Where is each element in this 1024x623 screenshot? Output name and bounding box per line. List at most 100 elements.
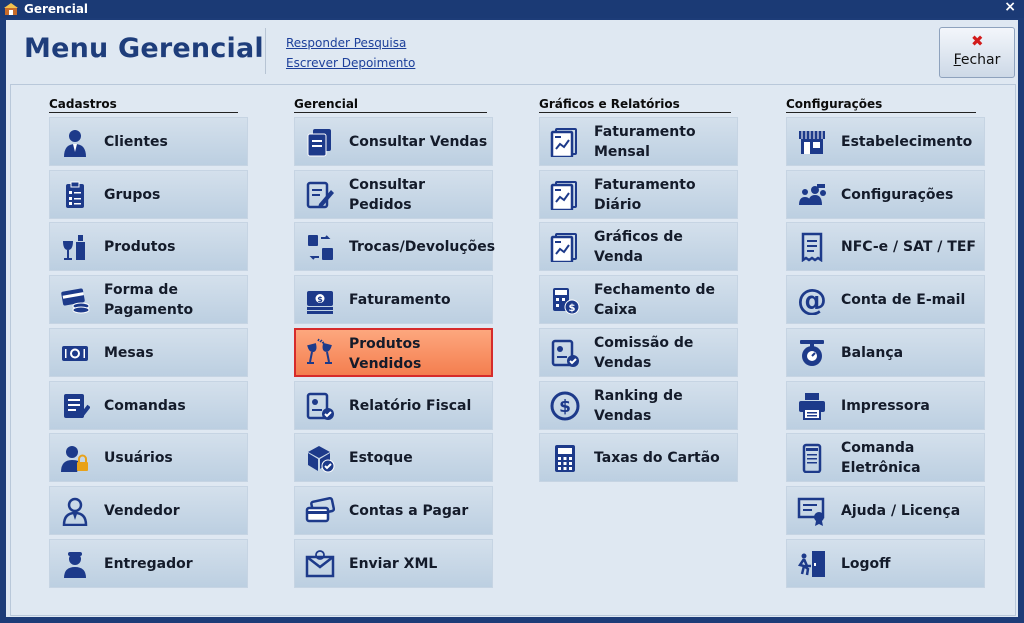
menu-button-label: Contas a Pagar (349, 502, 469, 519)
payment-cards-icon (305, 496, 335, 523)
svg-text:@: @ (797, 285, 827, 315)
menu-button-estoque[interactable]: Estoque (294, 433, 493, 482)
menu-button-produtos-vendidos[interactable]: Produtos Vendidos (294, 328, 493, 377)
menu-button-faturamento-mensal[interactable]: Faturamento Mensal (539, 117, 738, 166)
menu-button-label: Produtos (104, 238, 176, 255)
wine-toast-icon (307, 338, 332, 364)
menu-button-clientes[interactable]: Clientes (49, 117, 248, 166)
menu-button-estabelecimento[interactable]: Estabelecimento (786, 117, 985, 166)
window-close-icon[interactable]: × (1004, 0, 1016, 15)
menu-button-label: Balança (841, 344, 904, 361)
menu-button-comandas[interactable]: Comandas (49, 381, 248, 430)
mobile-device-icon (802, 443, 822, 473)
menu-button-consultar-pedidos[interactable]: Consultar Pedidos (294, 170, 493, 219)
menu-button-label: Entregador (104, 555, 193, 572)
menu-button-label: Usuários (104, 449, 173, 466)
menu-button-conta-de-e-mail[interactable]: @ Conta de E-mail (786, 275, 985, 324)
calculator-icon (555, 445, 575, 472)
user-lock-icon (61, 446, 88, 472)
report-check-icon (306, 392, 334, 420)
menu-button-consultar-vendas[interactable]: Consultar Vendas (294, 117, 493, 166)
menu-button-faturamento-diario[interactable]: Faturamento Diário (539, 170, 738, 219)
menu-button-label: Taxas do Cartão (594, 449, 720, 466)
chart-document-icon (550, 233, 577, 262)
delivery-person-icon (64, 552, 86, 578)
menu-button-comanda-eletronica[interactable]: Comanda Eletrônica (786, 433, 985, 482)
menu-button-logoff[interactable]: Logoff (786, 539, 985, 588)
menu-button-grupos[interactable]: Grupos (49, 170, 248, 219)
menu-button-enviar-xml[interactable]: Enviar XML (294, 539, 493, 588)
menu-button-relatorio-fiscal[interactable]: Relatório Fiscal (294, 381, 493, 430)
menu-button-graficos-de-venda[interactable]: Gráficos de Venda (539, 222, 738, 271)
menu-button-forma-de-pagamento[interactable]: Forma de Pagamento (49, 275, 248, 324)
chart-document-icon (550, 181, 577, 210)
shopping-bag-exchange-icon (308, 235, 333, 260)
menu-button-produtos[interactable]: Produtos (49, 222, 248, 271)
menu-button-label: Grupos (104, 186, 161, 203)
card-coins-icon (61, 288, 90, 314)
window-title: Gerencial (24, 2, 89, 16)
column-title-1: Cadastros (49, 97, 238, 113)
money-stack-icon: $ (307, 291, 333, 314)
menu-button-label: Logoff (841, 555, 891, 572)
clipboard-list-icon (66, 181, 84, 208)
menu-button-label: Ranking de Vendas (594, 387, 683, 424)
menu-button-trocas-devolucoes[interactable]: Trocas/Devoluções (294, 222, 495, 271)
menu-button-contas-a-pagar[interactable]: Contas a Pagar (294, 486, 493, 535)
menu-button-label: Ajuda / Licença (841, 502, 961, 519)
header: Menu Gerencial Responder Pesquisa Escrev… (6, 20, 1018, 82)
menu-button-label: Comandas (104, 397, 186, 414)
menu-button-label: Estabelecimento (841, 133, 973, 150)
menu-button-vendedor[interactable]: Vendedor (49, 486, 248, 535)
menu-button-taxas-do-cartao[interactable]: Taxas do Cartão (539, 433, 738, 482)
bottle-glass-icon (63, 235, 85, 260)
menu-button-impressora[interactable]: Impressora (786, 381, 985, 430)
menu-panel: Cadastros Clientes Grupos Produtos Forma de … (10, 84, 1016, 616)
menu-button-label: Comanda Eletrônica (841, 439, 921, 476)
menu-button-label: Clientes (104, 133, 168, 150)
menu-button-entregador[interactable]: Entregador (49, 539, 248, 588)
menu-button-mesas[interactable]: Mesas (49, 328, 248, 377)
menu-button-ranking-de-vendas[interactable]: $ Ranking de Vendas (539, 381, 738, 430)
box-check-icon (308, 446, 335, 473)
menu-button-label: Relatório Fiscal (349, 397, 472, 414)
order-list-icon (64, 394, 90, 419)
report-user-icon (551, 339, 579, 367)
storefront-icon (799, 131, 825, 154)
document-copy-icon (307, 129, 331, 157)
menu-button-ajuda-licenca[interactable]: Ajuda / Licença (786, 486, 985, 535)
customer-icon (64, 130, 86, 157)
salesman-icon (62, 497, 88, 526)
menu-button-configuracoes[interactable]: Configurações (786, 170, 985, 219)
column-title-4: Configurações (786, 97, 976, 113)
menu-button-label: Faturamento (349, 291, 451, 308)
column-title-2: Gerencial (294, 97, 487, 113)
gerencial-window: Gerencial × Menu Gerencial Responder Pes… (0, 0, 1024, 623)
responder-pesquisa-link[interactable]: Responder Pesquisa (286, 36, 406, 50)
client-area: Menu Gerencial Responder Pesquisa Escrev… (6, 20, 1018, 617)
envelope-at-icon (305, 550, 335, 578)
menu-button-faturamento[interactable]: $ Faturamento (294, 275, 493, 324)
menu-button-balanca[interactable]: Balança (786, 328, 985, 377)
escrever-depoimento-link[interactable]: Escrever Depoimento (286, 56, 415, 70)
menu-button-usuarios[interactable]: Usuários (49, 433, 248, 482)
fechar-label: Fechar (953, 52, 1001, 68)
menu-button-label: Vendedor (104, 502, 180, 519)
menu-button-label: Comissão de Vendas (594, 334, 694, 371)
menu-button-label: NFC-e / SAT / TEF (841, 238, 976, 255)
receipt-icon (801, 232, 823, 262)
menu-button-fechamento-de-caixa[interactable]: $ Fechamento de Caixa (539, 275, 738, 324)
fechar-button[interactable]: ✖ Fechar (939, 27, 1015, 78)
menu-button-label: Faturamento Mensal (594, 123, 696, 160)
menu-button-label: Forma de Pagamento (104, 281, 194, 318)
people-settings-icon (799, 184, 826, 205)
menu-button-label: Configurações (841, 186, 954, 203)
menu-button-comissao-de-vendas[interactable]: Comissão de Vendas (539, 328, 738, 377)
menu-button-label: Consultar Pedidos (349, 176, 426, 213)
header-divider (265, 28, 266, 74)
menu-button-label: Faturamento Diário (594, 176, 696, 213)
menu-button-nfc-e-sat-tef[interactable]: NFC-e / SAT / TEF (786, 222, 985, 271)
column-title-3: Gráficos e Relatórios (539, 97, 731, 113)
title-bar: Gerencial × (0, 0, 1024, 18)
svg-text:$: $ (317, 295, 323, 304)
